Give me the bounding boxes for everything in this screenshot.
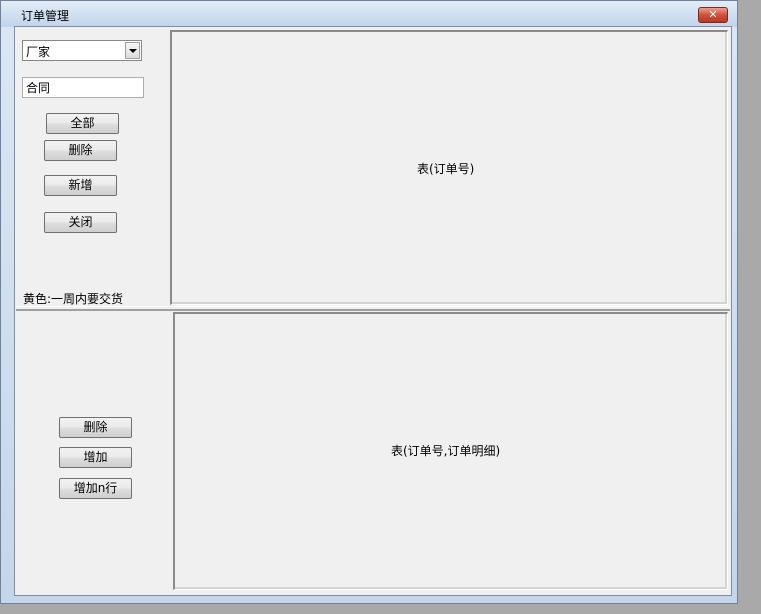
order-detail-table-caption: 表(订单号,订单明细) bbox=[391, 444, 501, 458]
add-order-button[interactable]: 新增 bbox=[44, 175, 117, 196]
chevron-down-icon[interactable] bbox=[125, 42, 140, 59]
contract-field[interactable] bbox=[22, 77, 144, 98]
contract-input[interactable] bbox=[23, 79, 140, 96]
order-table[interactable]: 表(订单号) bbox=[170, 30, 728, 305]
add-n-rows-button[interactable]: 增加n行 bbox=[59, 478, 132, 499]
manufacturer-select[interactable]: 厂家 bbox=[22, 40, 142, 61]
order-table-caption: 表(订单号) bbox=[417, 162, 475, 176]
add-detail-button[interactable]: 增加 bbox=[59, 447, 132, 468]
manufacturer-select-value: 厂家 bbox=[26, 45, 51, 59]
show-all-button[interactable]: 全部 bbox=[46, 113, 119, 134]
yellow-legend-label: 黄色:一周内要交货 bbox=[23, 292, 124, 306]
delete-detail-button[interactable]: 删除 bbox=[59, 417, 132, 438]
delete-order-button[interactable]: 删除 bbox=[44, 140, 117, 161]
close-window-button[interactable]: ✕ bbox=[698, 7, 728, 23]
desktop-background-bottom bbox=[0, 604, 761, 614]
order-detail-table[interactable]: 表(订单号,订单明细) bbox=[173, 312, 728, 590]
close-icon: ✕ bbox=[708, 8, 718, 21]
close-button[interactable]: 关闭 bbox=[44, 212, 117, 233]
desktop-background-right bbox=[738, 0, 761, 614]
window-title: 订单管理 bbox=[21, 9, 70, 23]
title-bar[interactable]: 订单管理 ✕ bbox=[1, 1, 737, 27]
